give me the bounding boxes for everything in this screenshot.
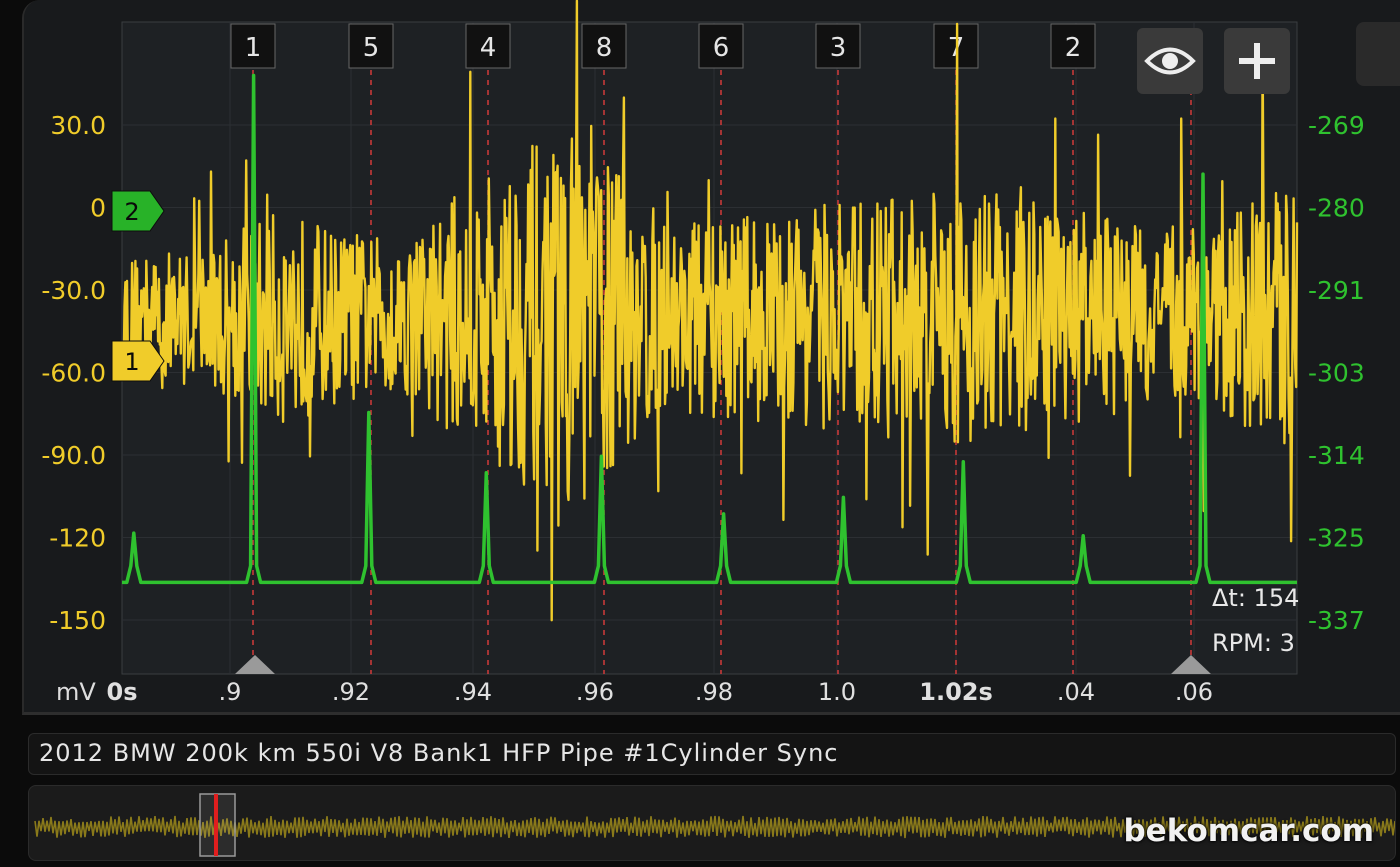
y-left-tick-label: -150 [49, 606, 106, 635]
y-left-tick-label: -30.0 [41, 276, 106, 305]
x-tick-label: .96 [576, 678, 614, 706]
y-left-tick-label: 30.0 [50, 111, 106, 140]
rpm-readout: RPM: 3 [1212, 629, 1295, 657]
x-tick-label: .06 [1175, 678, 1213, 706]
cylinder-label: 2 [1065, 33, 1082, 63]
x-unit-label: mV [56, 678, 96, 706]
capture-title: 2012 BMW 200k km 550i V8 Bank1 HFP Pipe … [39, 739, 839, 767]
x-tick-label: .92 [332, 678, 370, 706]
side-scroll-handle[interactable] [1356, 22, 1400, 86]
x-tick-label: .04 [1057, 678, 1095, 706]
overview-playhead[interactable] [214, 794, 218, 856]
channel-marker-label: 2 [124, 198, 139, 226]
y-right-tick-label: -280 [1308, 194, 1365, 223]
x-tick-label: .94 [454, 678, 492, 706]
cylinder-label: 4 [480, 33, 497, 63]
add-button[interactable] [1224, 28, 1290, 94]
oscilloscope-panel: 15486372 30.0 0 -30.0 -60.0 -90.0 -120 -150 -2… [22, 0, 1400, 715]
x-tick-label: 1.0 [818, 678, 856, 706]
y-right-tick-label: -325 [1308, 524, 1365, 553]
y-left-tick-label: -90.0 [41, 441, 106, 470]
cylinder-label: 3 [830, 33, 847, 63]
channel-marker-label: 1 [124, 348, 139, 376]
y-right-tick-label: -337 [1308, 606, 1365, 635]
y-right-tick-label: -291 [1308, 276, 1365, 305]
x-tick-label: 1.02s [919, 678, 993, 706]
eye-icon [1144, 47, 1196, 75]
y-right-tick-label: -314 [1308, 441, 1365, 470]
cylinder-label: 6 [713, 33, 730, 63]
delta-t-readout: Δt: 154 [1212, 584, 1299, 612]
y-left-tick-label: -60.0 [41, 359, 106, 388]
plus-icon [1239, 43, 1275, 79]
x-tick-label: 0s [107, 678, 138, 706]
y-right-tick-label: -269 [1308, 111, 1365, 140]
cylinder-label: 1 [245, 33, 262, 63]
y-left-tick-label: 0 [90, 194, 106, 223]
x-tick-label: .98 [695, 678, 733, 706]
y-left-tick-label: -120 [49, 524, 106, 553]
visibility-button[interactable] [1137, 28, 1203, 94]
x-tick-label: .9 [219, 678, 242, 706]
y-right-tick-label: -303 [1308, 359, 1365, 388]
cylinder-label: 5 [363, 33, 380, 63]
waveform-chart[interactable]: 15486372 30.00-30.0-60.0-90.0-120-150 -2… [24, 0, 1400, 712]
cylinder-label: 8 [596, 33, 613, 63]
capture-title-bar: 2012 BMW 200k km 550i V8 Bank1 HFP Pipe … [28, 733, 1396, 775]
watermark: bekomcar.com [1123, 813, 1374, 849]
